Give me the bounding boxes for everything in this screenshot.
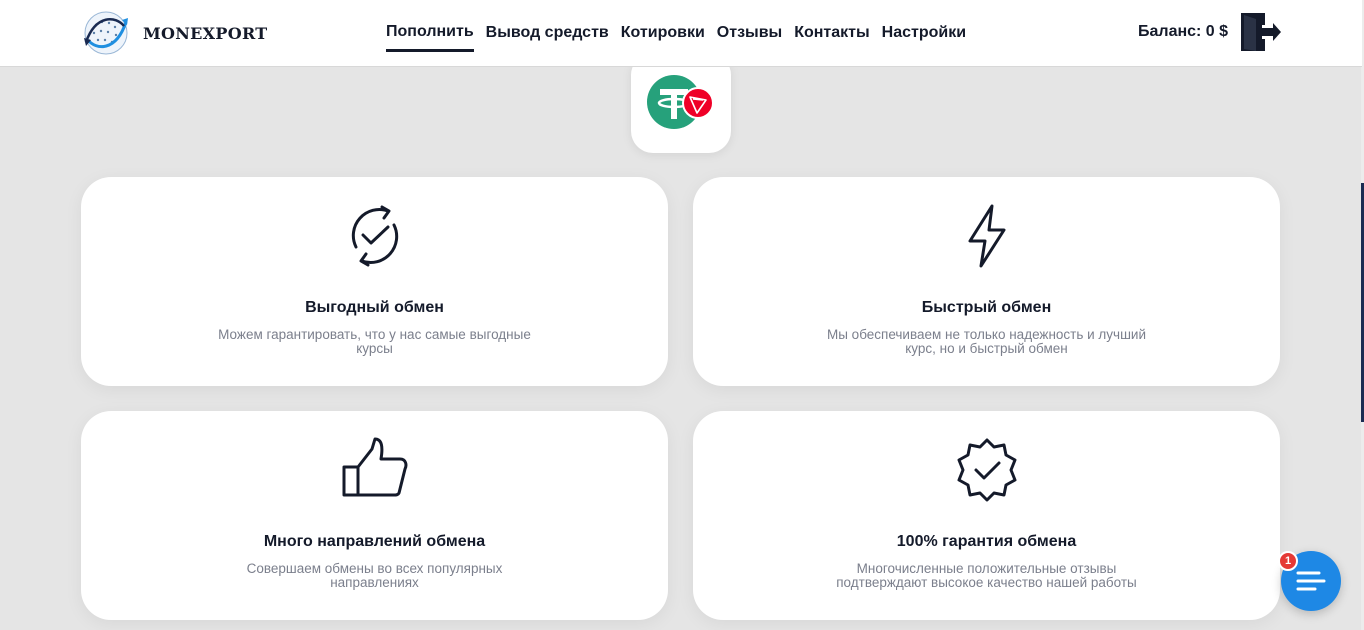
chat-lines-icon [1296,571,1326,591]
lightning-icon [968,204,1005,268]
feature-description: Мы обеспечиваем не только надежность и л… [826,327,1147,356]
verified-badge-icon [957,438,1016,502]
feature-title: Быстрый обмен [921,299,1052,316]
feature-card-directions: Много направлений обмена Совершаем обмен… [81,411,668,620]
top-header: MONEXPORT Пополнить Вывод средств Котиро… [0,0,1362,67]
globe-logo-icon [84,11,128,55]
logo-text: MONEXPORT [143,23,268,43]
refresh-check-icon [351,205,398,267]
feature-description: Можем гарантировать, что у нас самые выг… [218,327,531,356]
feature-description: Совершаем обмены во всех популярных напр… [246,561,503,590]
thumbs-up-icon [342,437,407,497]
usdt-trc20-icon [647,75,714,129]
nav-contacts[interactable]: Контакты [794,14,869,53]
nav-reviews[interactable]: Отзывы [717,14,782,53]
feature-description: Многочисленные положительные отзывы подт… [836,561,1137,590]
feature-title: Выгодный обмен [305,299,444,316]
feature-title: 100% гарантия обмена [896,533,1077,550]
logout-door-icon[interactable] [1240,11,1282,53]
currency-badge [631,53,731,153]
nav-deposit[interactable]: Пополнить [386,13,474,52]
logo[interactable]: MONEXPORT [82,10,267,56]
feature-card-profitable: Выгодный обмен Можем гарантировать, что … [81,177,668,386]
feature-card-fast: Быстрый обмен Мы обеспечиваем не только … [693,177,1280,386]
chat-unread-badge: 1 [1278,551,1298,571]
balance: Баланс: 0 $ [1138,23,1229,40]
nav-quotes[interactable]: Котировки [621,14,705,53]
nav-settings[interactable]: Настройки [882,14,966,53]
nav-withdraw[interactable]: Вывод средств [486,14,609,53]
feature-title: Много направлений обмена [263,533,486,550]
main-nav: Пополнить Вывод средств Котировки Отзывы… [386,0,978,67]
feature-card-guarantee: 100% гарантия обмена Многочисленные поло… [693,411,1280,620]
